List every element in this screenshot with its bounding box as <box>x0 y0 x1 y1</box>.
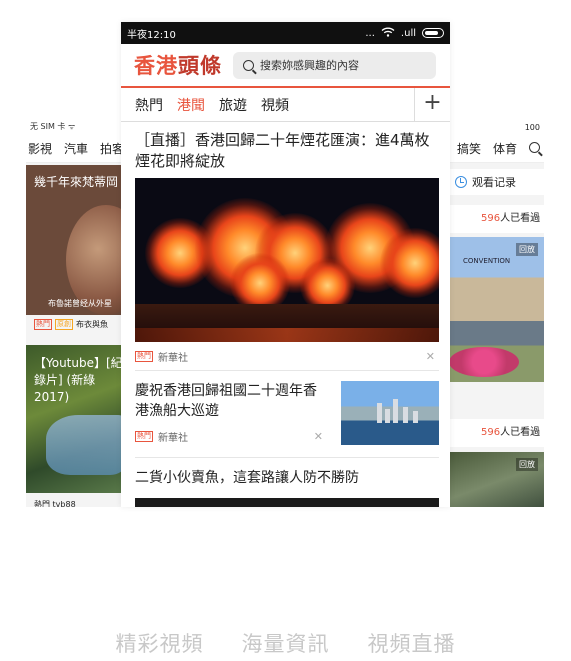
view-count-2: 596人已看過 <box>449 419 544 447</box>
app-header: 香港頭條 搜索妳感興趣的內容 <box>121 44 450 86</box>
hot-tag: 熱門 <box>135 350 153 362</box>
replay-badge-2: 回放 <box>516 458 538 471</box>
view-count-suffix: 人已看過 <box>500 213 541 224</box>
fireworks-image[interactable] <box>135 178 439 342</box>
signal-icon: .ull <box>400 27 416 39</box>
left-video-caption: 布魯諾曾经从外星 <box>48 299 112 308</box>
right-video-thumbnail[interactable]: CONVENTION 回放 <box>449 237 544 382</box>
left-video-title: 幾千年來梵蒂岡 <box>34 175 119 189</box>
left-preview-phone: 无 SIM 卡 ᯤ 影視 汽車 拍客 幾千年來梵蒂岡 布魯諾曾经从外星 熱門 原… <box>26 119 126 507</box>
article-meta-2: 熱門 新華社 ✕ <box>135 429 327 444</box>
left-tab[interactable]: 汽車 <box>64 135 88 162</box>
source-label: 布衣與魚 <box>76 320 108 329</box>
left-video-meta: 熱門 原創 布衣與魚 <box>34 319 108 330</box>
search-icon <box>243 59 254 71</box>
left-video-thumbnail-2 <box>46 415 126 475</box>
watch-history-label: 观看记录 <box>472 176 516 189</box>
left-video-card[interactable]: 幾千年來梵蒂岡 布魯諾曾经从外星 <box>26 165 126 315</box>
hot-tag: 熱門 <box>34 319 52 330</box>
left-video-title-2: 【Youtube】[紀錄片] (新綠 2017) <box>34 356 123 404</box>
clock-icon <box>455 176 467 188</box>
right-preview-phone: 100 搞笑 体育 观看记录 596人已看過 CONVENTION 回放 596… <box>449 119 544 507</box>
article-meta: 熱門 新華社 ✕ <box>135 342 439 370</box>
right-video-thumbnail-2[interactable]: 回放 <box>449 452 544 507</box>
right-tab[interactable]: 体育 <box>493 135 517 163</box>
add-channel-button[interactable]: + <box>414 88 450 121</box>
replay-badge: 回放 <box>516 243 538 256</box>
dismiss-icon-2[interactable]: ✕ <box>314 430 323 443</box>
status-bar: 半夜12:10 ... .ull <box>121 22 450 44</box>
main-phone-screen: 半夜12:10 ... .ull 香港頭條 搜索妳感興趣的內容 熱門 港聞 旅遊… <box>121 22 450 507</box>
feature-caption: 海量資訊 <box>241 632 330 656</box>
status-time: 半夜12:10 <box>127 29 176 41</box>
logo-part-1: 香港 <box>134 53 178 78</box>
feature-caption: 精彩視頻 <box>115 632 204 656</box>
view-count: 596人已看過 <box>449 205 544 233</box>
left-status-bar: 无 SIM 卡 ᯤ <box>26 119 126 135</box>
tab-hot[interactable]: 熱門 <box>121 95 177 115</box>
app-logo: 香港頭條 <box>134 50 222 80</box>
tab-travel[interactable]: 旅遊 <box>219 95 261 115</box>
right-tab[interactable]: 搞笑 <box>457 135 481 163</box>
category-tabs: 熱門 港聞 旅遊 視頻 + <box>121 88 450 122</box>
article-title-2: 慶祝香港回歸祖國二十週年香港漁船大巡遊 <box>135 383 317 419</box>
article-source-2: 新華社 <box>158 433 188 444</box>
news-feed: ［直播］香港回歸二十年煙花匯演：進4萬枚煙花即將綻放 熱門 新華社 ✕ 慶祝香港… <box>121 130 450 507</box>
battery-level: 100 <box>524 122 540 132</box>
wifi-icon <box>381 27 395 40</box>
hot-tag-2: 熱門 <box>135 431 153 442</box>
left-tab-bar: 影視 汽車 拍客 <box>26 135 126 163</box>
article-row[interactable]: 慶祝香港回歸祖國二十週年香港漁船大巡遊 熱門 新華社 ✕ <box>135 371 439 457</box>
left-tab[interactable]: 影視 <box>28 135 52 162</box>
feature-caption: 視頻直播 <box>367 632 456 656</box>
search-placeholder: 搜索妳感興趣的內容 <box>260 59 359 72</box>
article-title[interactable]: ［直播］香港回歸二十年煙花匯演：進4萬枚煙花即將綻放 <box>135 130 439 172</box>
harbour-thumbnail <box>341 381 439 445</box>
article-title-3[interactable]: 二貨小伙賣魚，這套路讓人防不勝防 <box>135 468 439 488</box>
right-tab-bar: 搞笑 体育 <box>449 135 544 163</box>
view-count-number: 596 <box>481 213 501 224</box>
status-icons: ... .ull <box>365 27 444 40</box>
left-video-meta-2: 熱門 tvb88 <box>34 500 76 507</box>
view-count-number-2: 596 <box>481 427 501 438</box>
search-input[interactable]: 搜索妳感興趣的內容 <box>233 51 436 79</box>
divider-2 <box>135 457 439 458</box>
right-status-bar: 100 <box>449 119 544 135</box>
logo-part-2: 頭條 <box>178 53 222 78</box>
feature-captions: 精彩視頻 海量資訊 視頻直播 <box>0 628 571 658</box>
article-image-3[interactable] <box>135 498 439 507</box>
article-source: 新華社 <box>158 352 188 364</box>
tab-video[interactable]: 視頻 <box>261 95 303 115</box>
battery-icon <box>422 28 444 38</box>
original-tag: 原創 <box>55 319 73 330</box>
dismiss-icon[interactable]: ✕ <box>426 350 435 363</box>
more-dots-icon: ... <box>365 27 375 39</box>
watch-history-button[interactable]: 观看记录 <box>449 169 544 195</box>
convention-sign: CONVENTION <box>463 257 511 265</box>
flower-bed <box>449 347 519 377</box>
view-count-suffix-2: 人已看過 <box>500 427 541 438</box>
tab-hk-news[interactable]: 港聞 <box>177 95 219 115</box>
search-icon[interactable] <box>529 135 541 163</box>
left-video-card-2[interactable]: 【Youtube】[紀錄片] (新綠 2017) <box>26 345 126 493</box>
